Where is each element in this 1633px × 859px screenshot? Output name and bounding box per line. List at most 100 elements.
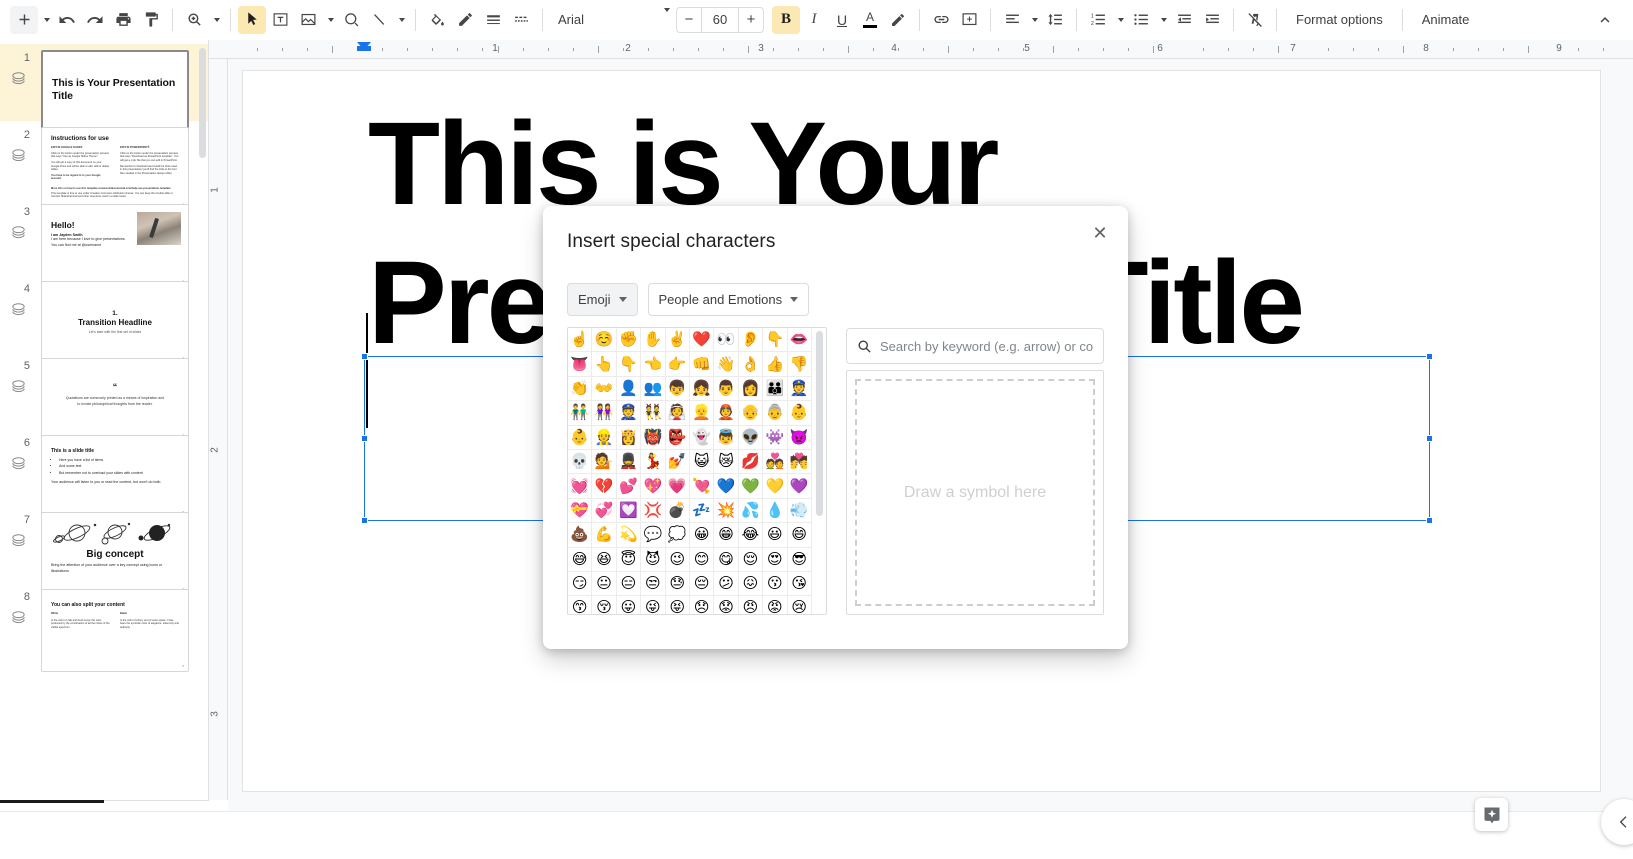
emoji-cell[interactable]: 😋: [714, 547, 739, 572]
emoji-cell[interactable]: 💕: [616, 474, 642, 499]
emoji-cell[interactable]: 👥: [641, 376, 666, 402]
emoji-cell[interactable]: 💚: [738, 474, 764, 499]
emoji-cell[interactable]: 😁: [714, 523, 739, 548]
emoji-cell[interactable]: 💋: [738, 449, 764, 475]
emoji-results-panel[interactable]: ☝️ ☺️ ✊ ✋ ✌️ ❤️ 👀 👂 👇 👄 👅 👆 👇 👈 👉 👊 👋 👌 👍 👎 👏 👐 👤 👥 👦 👧 👨 👩 👪 👮 👬 👭 👮 👯 👰 👱…: [567, 327, 827, 615]
emoji-cell[interactable]: 👩: [738, 376, 764, 402]
emoji-cell[interactable]: ❤️: [689, 328, 715, 353]
emoji-cell[interactable]: 💬: [641, 523, 666, 548]
emoji-cell[interactable]: 😗: [763, 571, 788, 597]
emoji-cell[interactable]: 👱: [689, 401, 715, 426]
search-input[interactable]: [880, 338, 1093, 354]
emoji-cell[interactable]: 👯: [641, 401, 666, 426]
emoji-cell[interactable]: 💧: [763, 498, 788, 524]
emoji-cell[interactable]: 👏: [568, 376, 593, 402]
emoji-cell[interactable]: 😞: [690, 596, 715, 614]
emoji-cell[interactable]: 💔: [592, 474, 617, 499]
emoji-cell[interactable]: 😎: [787, 547, 812, 572]
emoji-cell[interactable]: 💑: [763, 449, 788, 475]
emoji-cell[interactable]: 😺: [689, 449, 715, 475]
emoji-cell[interactable]: 👍: [763, 352, 788, 377]
emoji-cell[interactable]: 👇: [616, 352, 642, 377]
emoji-cell[interactable]: 👺: [665, 425, 690, 450]
emoji-cell[interactable]: 👮: [787, 376, 812, 402]
emoji-cell[interactable]: 💪: [592, 523, 617, 548]
emoji-cell[interactable]: 😌: [738, 547, 764, 572]
emoji-cell[interactable]: 😃: [763, 523, 788, 548]
emoji-cell[interactable]: 💣: [665, 498, 690, 524]
emoji-cell[interactable]: 👷: [592, 425, 617, 450]
character-subcategory-dropdown[interactable]: People and Emotions: [647, 283, 810, 316]
emoji-cell[interactable]: 👪: [763, 376, 788, 402]
emoji-cell[interactable]: 👉: [665, 352, 690, 377]
emoji-cell[interactable]: 👼: [714, 425, 739, 450]
emoji-cell[interactable]: 😿: [714, 449, 739, 475]
emoji-cell[interactable]: 😘: [787, 571, 812, 597]
emoji-cell[interactable]: 💂: [616, 449, 642, 475]
emoji-cell[interactable]: 👂: [738, 328, 764, 353]
emoji-cell[interactable]: 💫: [616, 523, 642, 548]
emoji-cell[interactable]: 😕: [714, 571, 739, 597]
emoji-cell[interactable]: 👄: [787, 328, 812, 353]
emoji-cell[interactable]: 😛: [617, 596, 642, 614]
emoji-cell[interactable]: ✊: [616, 328, 642, 353]
emoji-cell[interactable]: ✋: [641, 328, 666, 353]
draw-symbol-canvas[interactable]: Draw a symbol here: [855, 379, 1095, 606]
emoji-cell[interactable]: 😙: [568, 596, 593, 614]
emoji-cell[interactable]: 😚: [592, 596, 617, 614]
emoji-cell[interactable]: 💃: [641, 449, 666, 475]
emoji-cell[interactable]: 😢: [788, 596, 812, 614]
emoji-cell[interactable]: 😉: [665, 547, 690, 572]
emoji-cell[interactable]: 👌: [738, 352, 764, 377]
emoji-cell[interactable]: 💅: [665, 449, 690, 475]
emoji-cell[interactable]: 😑: [616, 571, 642, 597]
emoji-cell[interactable]: 😒: [641, 571, 666, 597]
emoji-cell[interactable]: 😀: [689, 523, 715, 548]
emoji-cell[interactable]: 💗: [665, 474, 690, 499]
emoji-cell[interactable]: 👲: [714, 401, 739, 426]
emoji-cell[interactable]: 💢: [641, 498, 666, 524]
emoji-grid-scrollbar[interactable]: [816, 331, 823, 516]
emoji-cell[interactable]: ✌️: [665, 328, 690, 353]
emoji-cell[interactable]: 💏: [787, 449, 812, 475]
character-category-dropdown[interactable]: Emoji: [567, 283, 638, 316]
emoji-cell[interactable]: 😇: [616, 547, 642, 572]
emoji-cell[interactable]: 😊: [689, 547, 715, 572]
emoji-cell[interactable]: 👰: [665, 401, 690, 426]
emoji-cell[interactable]: 👸: [616, 425, 642, 450]
emoji-cell[interactable]: 😠: [739, 596, 764, 614]
emoji-cell[interactable]: 💝: [568, 498, 593, 524]
emoji-cell[interactable]: 👅: [568, 352, 593, 377]
emoji-cell[interactable]: 😐: [592, 571, 617, 597]
emoji-cell[interactable]: 😟: [714, 596, 739, 614]
emoji-cell[interactable]: 😍: [763, 547, 788, 572]
emoji-cell[interactable]: 👶: [568, 425, 593, 450]
emoji-cell[interactable]: 👭: [592, 401, 617, 426]
emoji-cell[interactable]: 👽: [738, 425, 764, 450]
emoji-cell[interactable]: 👵: [763, 401, 788, 426]
emoji-cell[interactable]: 😄: [787, 523, 812, 548]
emoji-cell[interactable]: 👻: [689, 425, 715, 450]
emoji-cell[interactable]: 👇: [763, 328, 788, 353]
emoji-cell[interactable]: 👀: [714, 328, 739, 353]
emoji-cell[interactable]: 👦: [665, 376, 690, 402]
emoji-cell[interactable]: 😜: [641, 596, 666, 614]
emoji-cell[interactable]: 💦: [738, 498, 764, 524]
emoji-cell[interactable]: 👾: [763, 425, 788, 450]
emoji-cell[interactable]: 💀: [568, 449, 593, 475]
emoji-cell[interactable]: 👬: [568, 401, 593, 426]
emoji-cell[interactable]: 👮: [616, 401, 642, 426]
emoji-grid[interactable]: ☝️ ☺️ ✊ ✋ ✌️ ❤️ 👀 👂 👇 👄 👅 👆 👇 👈 👉 👊 👋 👌 👍 👎 👏 👐 👤 👥 👦 👧 👨 👩 👪 👮 👬 👭 👮 👯 👰 👱…: [568, 328, 812, 614]
emoji-cell[interactable]: 👋: [714, 352, 739, 377]
emoji-cell[interactable]: 👊: [689, 352, 715, 377]
emoji-cell[interactable]: 👈: [641, 352, 666, 377]
emoji-cell[interactable]: 💤: [689, 498, 715, 524]
emoji-cell[interactable]: 💟: [616, 498, 642, 524]
emoji-cell[interactable]: ☺️: [592, 328, 617, 353]
emoji-cell[interactable]: 💜: [787, 474, 812, 499]
emoji-cell[interactable]: 👶: [787, 401, 812, 426]
emoji-cell[interactable]: 😖: [738, 571, 764, 597]
emoji-cell[interactable]: 👨: [714, 376, 739, 402]
emoji-cell[interactable]: 💭: [665, 523, 690, 548]
close-icon[interactable]: ✕: [1086, 219, 1114, 247]
